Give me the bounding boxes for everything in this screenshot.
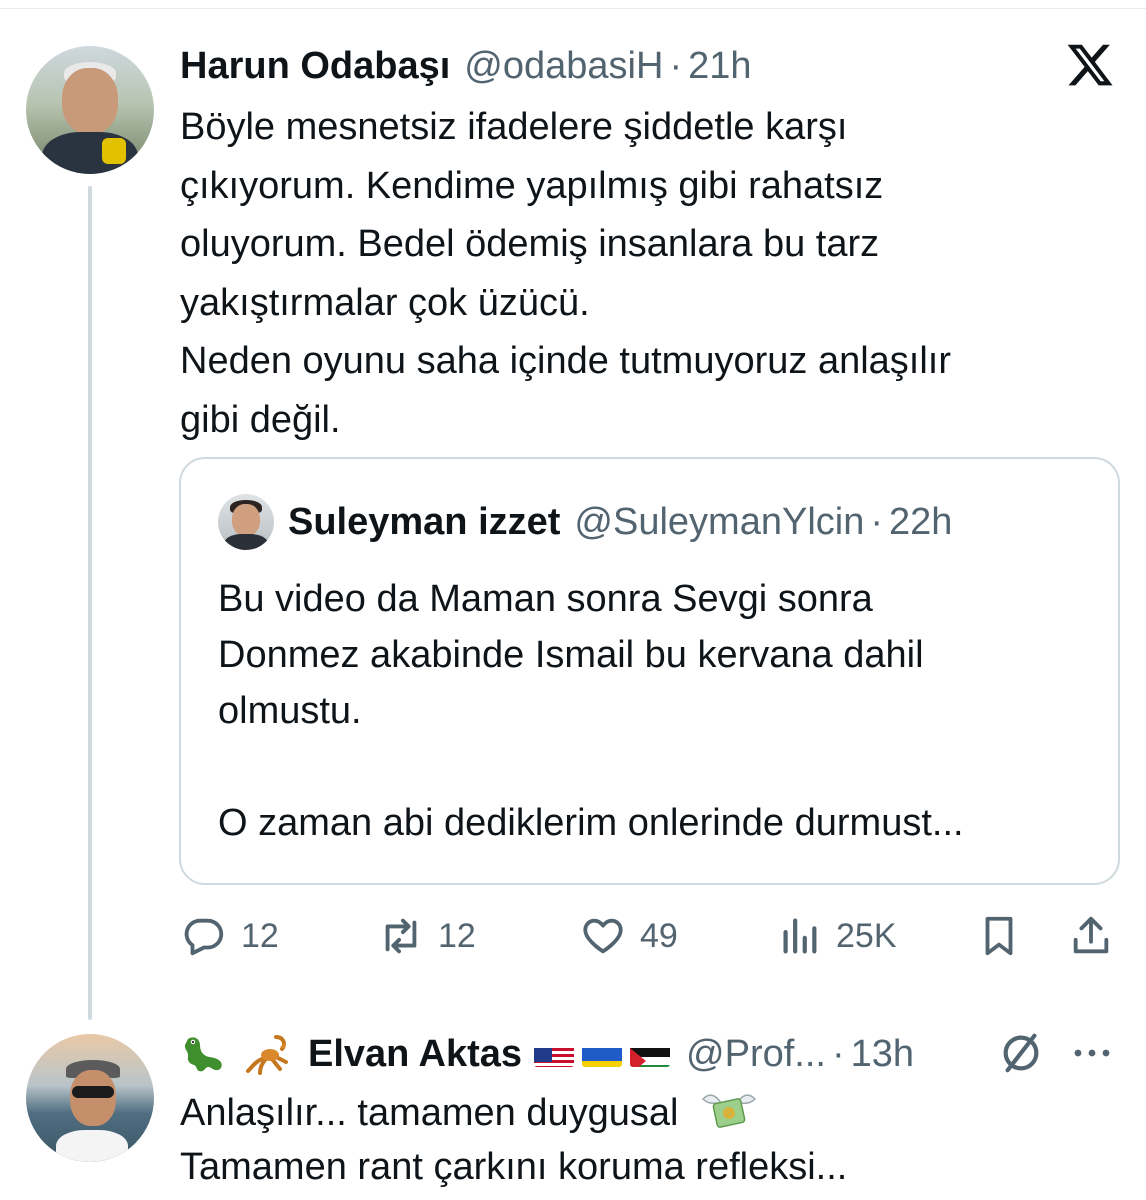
- reply-text-line: Anlaşılır... tamamen duygusal: [180, 1086, 1120, 1140]
- tweet-actions-bar: 12 12 49 25K: [0, 908, 1146, 964]
- views-bar-chart-icon: [783, 918, 817, 954]
- reply-count: 12: [241, 916, 279, 955]
- views-count: 25K: [836, 916, 897, 955]
- quoted-tweet-text: Bu video da Maman sonra Sevgi sonra Donm…: [218, 571, 1098, 851]
- tweet-text-line: Böyle mesnetsiz ifadelere şiddetle karşı: [180, 106, 848, 148]
- reply-author-avatar[interactable]: [26, 1034, 154, 1162]
- reply-text: Anlaşılır... tamamen duygusal Tamamen ra…: [180, 1086, 1120, 1194]
- quoted-author-avatar[interactable]: [218, 494, 274, 550]
- repost-count: 12: [438, 916, 476, 955]
- tweet-text-line: oluyorum. Bedel ödemiş insanlara bu tarz: [180, 223, 880, 265]
- quoted-text-line: olmustu.: [218, 690, 362, 732]
- crocodile-emoji-icon: [184, 1037, 222, 1072]
- author-handle[interactable]: @odabasiH: [464, 45, 663, 88]
- repost-button[interactable]: 12: [378, 908, 476, 964]
- reply-time[interactable]: 13h: [851, 1033, 914, 1076]
- heart-icon: [583, 918, 623, 954]
- reply-author-handle[interactable]: @Prof...: [686, 1033, 826, 1076]
- reply-header: Elvan Aktas @Prof... · 13h: [180, 1026, 1120, 1082]
- share-button[interactable]: [1068, 908, 1114, 964]
- thread-connector-line: [88, 186, 92, 1020]
- tweet-text-line: yakıştırmalar çok üzücü.: [180, 281, 590, 324]
- reply-icon: [184, 918, 224, 956]
- repost-icon: [385, 918, 417, 954]
- palestine-flag-icon: [630, 1041, 671, 1067]
- reply-header-separator: ·: [831, 1032, 845, 1075]
- reply-text-line-2: Tamamen rant çarkını koruma refleksi...: [180, 1146, 848, 1188]
- money-with-wings-icon: [701, 1094, 757, 1128]
- reply-text-line-1: Anlaşılır... tamamen duygusal: [180, 1092, 679, 1134]
- x-logo-icon[interactable]: [1064, 40, 1116, 90]
- quoted-header-separator: ·: [870, 500, 883, 543]
- tweet-text: Böyle mesnetsiz ifadelere şiddetle karşı…: [180, 98, 1120, 449]
- share-icon: [1073, 916, 1109, 954]
- author-name[interactable]: Harun Odabaşı: [180, 45, 450, 88]
- top-divider: [0, 8, 1146, 9]
- author-avatar[interactable]: [26, 46, 154, 174]
- us-flag-icon: [534, 1041, 575, 1067]
- ukraine-flag-icon: [582, 1041, 623, 1067]
- quoted-tweet-card[interactable]: Suleyman izzet @SuleymanYlcin · 22h Bu v…: [179, 457, 1120, 885]
- reply-button[interactable]: 12: [181, 908, 279, 964]
- quoted-text-line: O zaman abi dediklerim onlerinde durmust…: [218, 802, 964, 844]
- quoted-tweet-time: 22h: [889, 500, 953, 543]
- quoted-text-line: Donmez akabinde Ismail bu kervana dahil: [218, 634, 924, 676]
- tweet-text-line: Neden oyunu saha içinde tutmuyoruz anlaş…: [180, 340, 952, 382]
- quoted-text-line: [218, 739, 1098, 795]
- like-button[interactable]: 49: [580, 908, 678, 964]
- tweet-time[interactable]: 21h: [688, 45, 751, 88]
- bookmark-icon: [985, 916, 1013, 956]
- tweet-text-line: gibi değil.: [180, 398, 341, 441]
- header-separator: ·: [669, 44, 683, 87]
- bookmark-button[interactable]: [976, 908, 1022, 964]
- more-options-icon[interactable]: [1070, 1040, 1114, 1066]
- reply-author-name[interactable]: Elvan Aktas: [308, 1033, 522, 1076]
- quoted-author-name[interactable]: Suleyman izzet: [288, 501, 560, 544]
- views-button[interactable]: 25K: [776, 908, 897, 964]
- quoted-tweet-header: Suleyman izzet @SuleymanYlcin · 22h: [288, 499, 952, 545]
- scorpion-emoji-icon: [246, 1035, 288, 1075]
- quoted-text-line: Bu video da Maman sonra Sevgi sonra: [218, 578, 873, 620]
- tweet-header: Harun Odabaşı @odabasiH · 21h: [180, 44, 752, 88]
- like-count: 49: [640, 916, 678, 955]
- grok-slash-icon[interactable]: [998, 1030, 1044, 1076]
- tweet-text-line: çıkıyorum. Kendime yapılmış gibi rahatsı…: [180, 164, 884, 207]
- quoted-author-handle[interactable]: @SuleymanYlcin: [574, 501, 864, 544]
